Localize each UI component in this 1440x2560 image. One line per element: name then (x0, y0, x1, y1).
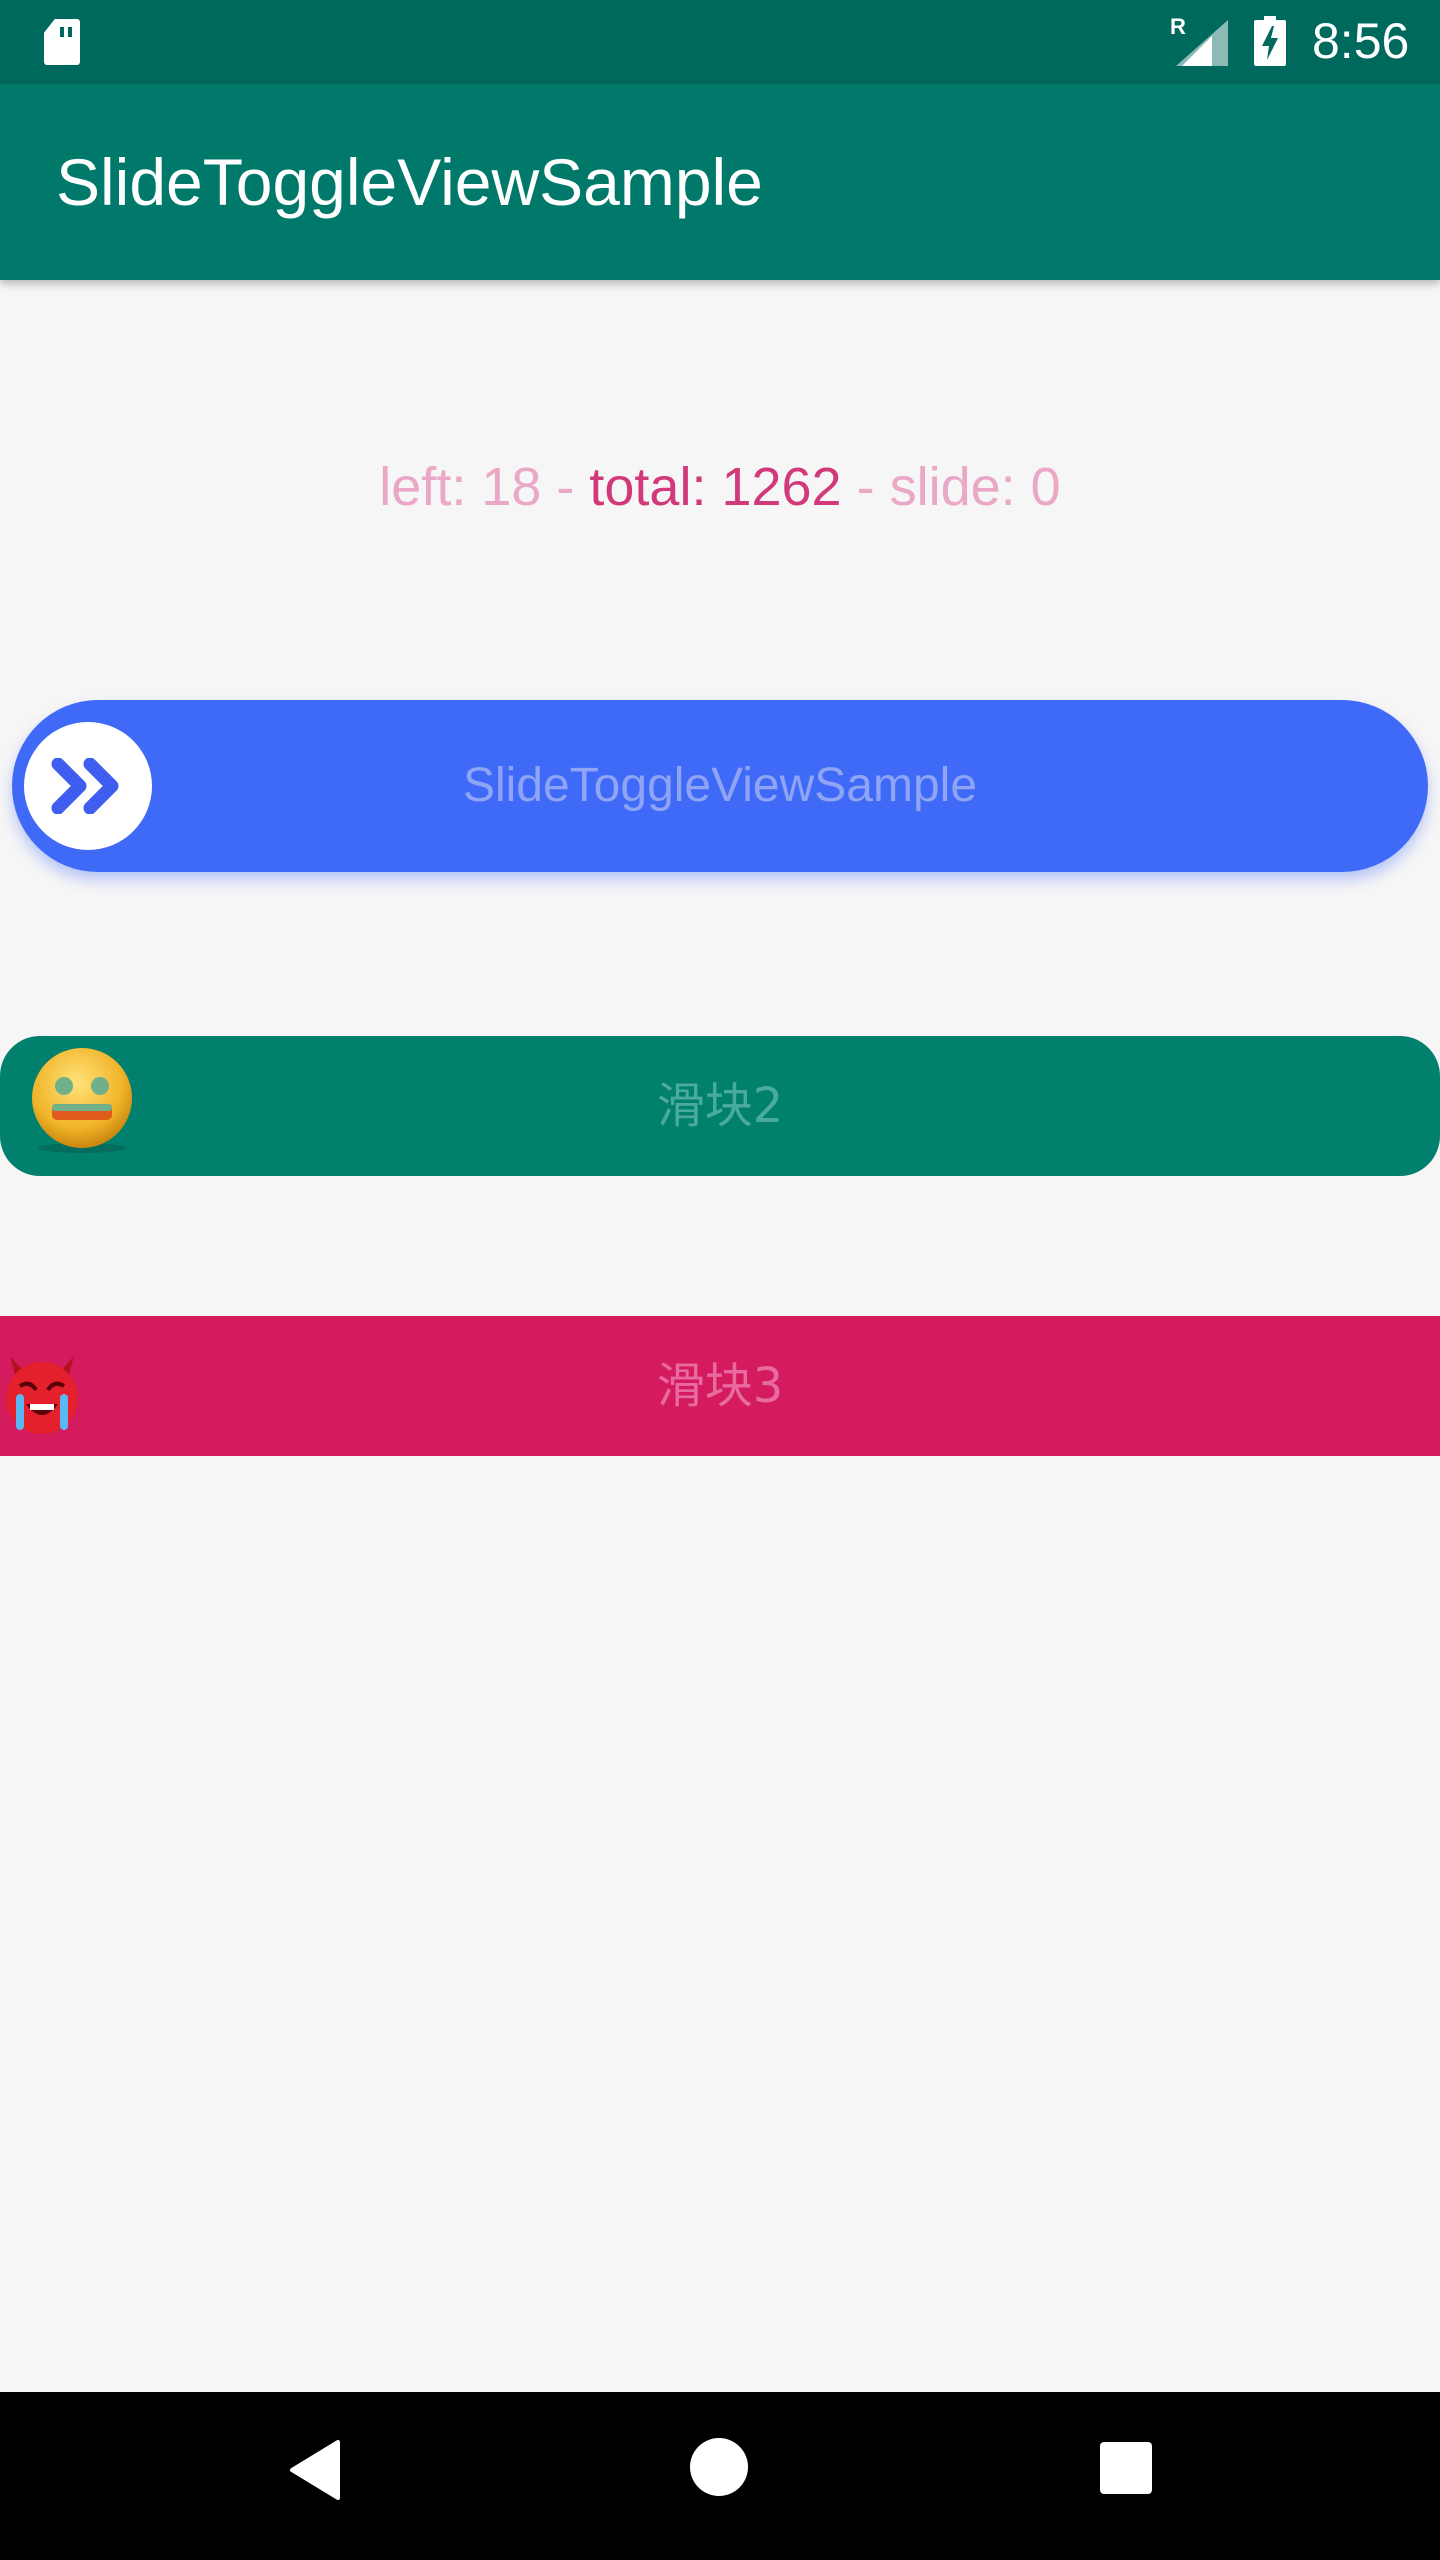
smiley-face-icon[interactable] (26, 1044, 138, 1156)
slide-toggle-2[interactable]: 滑块2 (0, 1036, 1440, 1176)
sd-card-icon (44, 19, 80, 65)
slide-toggle-3[interactable]: 滑块3 (0, 1316, 1440, 1456)
slide-toggle-1[interactable]: SlideToggleViewSample (12, 700, 1428, 872)
status-bar: R 8:56 (0, 0, 1440, 84)
back-icon[interactable] (288, 2440, 342, 2500)
info-separator: - (541, 457, 590, 517)
info-left: left: 18 (379, 457, 542, 517)
devil-face-icon[interactable] (0, 1348, 84, 1438)
home-icon[interactable] (690, 2438, 748, 2496)
info-slide: slide: 0 (889, 457, 1061, 517)
slide-toggle-2-label: 滑块2 (656, 1078, 784, 1134)
battery-charging-icon (1254, 16, 1286, 66)
slide-toggle-3-label: 滑块3 (656, 1358, 784, 1414)
recents-icon[interactable] (1100, 2442, 1152, 2494)
info-separator: - (841, 457, 890, 517)
slide-toggle-1-thumb[interactable] (24, 722, 152, 850)
navigation-bar (0, 2392, 1440, 2560)
info-total: total: 1262 (589, 457, 842, 517)
double-chevron-right-icon (51, 758, 119, 814)
app-bar: SlideToggleViewSample (0, 84, 1440, 280)
signal-icon (1176, 20, 1228, 66)
app-title: SlideToggleViewSample (56, 145, 763, 219)
status-time: 8:56 (1312, 13, 1410, 69)
slide-toggle-1-label: SlideToggleViewSample (462, 759, 978, 812)
progress-info: left: 18 - total: 1262 - slide: 0 (0, 456, 1440, 518)
